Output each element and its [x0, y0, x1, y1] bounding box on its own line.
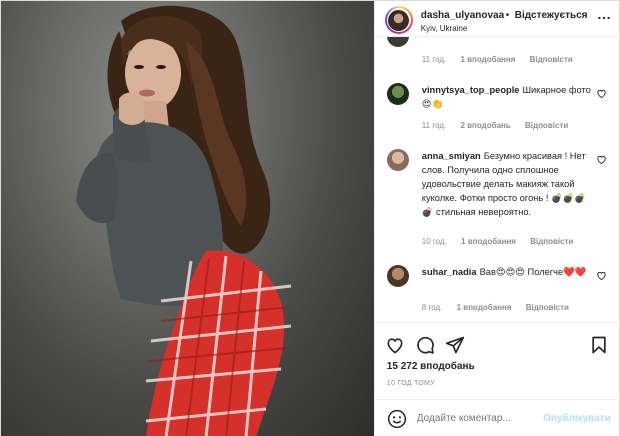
post-image: [76, 5, 292, 436]
avatar-image: [388, 9, 410, 31]
comment-item: 11 год. 1 вподобання Відповісти: [375, 37, 620, 67]
heart-icon[interactable]: [596, 154, 607, 165]
post-header: dasha_ulyanovaa • Відстежується Kyiv, Uk…: [374, 1, 620, 37]
following-button[interactable]: Відстежується: [515, 10, 588, 21]
comment-item: anna_smiyan Безумно красивая ! Нет слов. …: [375, 147, 620, 255]
heart-icon[interactable]: [596, 270, 607, 281]
comment-username[interactable]: suhar_nadia: [422, 267, 477, 277]
post-photo[interactable]: [1, 1, 374, 436]
comment-input[interactable]: [416, 413, 537, 424]
comment-item: suhar_nadia Вав😍😍😍 Полегче❤️❤️ 8 год. 1 в…: [375, 263, 620, 319]
comment-body: anna_smiyan Безумно красивая ! Нет слов. …: [422, 149, 594, 219]
comment-likes[interactable]: 1 вподобання: [461, 237, 516, 246]
comment-meta: 11 год. 1 вподобання Відповісти: [422, 55, 585, 64]
publish-button[interactable]: Опублікувати: [543, 413, 611, 424]
add-comment-bar: Опублікувати: [374, 399, 620, 436]
share-icon[interactable]: [445, 335, 465, 355]
comment-avatar[interactable]: [386, 265, 409, 287]
likes-count[interactable]: 15 272 вподобань: [387, 361, 475, 372]
post-timestamp[interactable]: 10 ГОД ТОМУ: [387, 380, 435, 387]
post-location[interactable]: Kyiv, Ukraine: [421, 24, 468, 33]
comment-reply[interactable]: Відповісти: [530, 55, 573, 64]
comment-reply[interactable]: Відповісти: [526, 303, 569, 312]
more-horizontal-icon[interactable]: [597, 11, 611, 25]
heart-icon[interactable]: [385, 335, 405, 355]
instagram-post: dasha_ulyanovaa • Відстежується Kyiv, Uk…: [0, 0, 620, 436]
comment-username[interactable]: anna_smiyan: [422, 151, 481, 161]
heart-icon[interactable]: [596, 88, 607, 99]
comment-item: vinnytsya_top_people Шикарное фото 😍👏 11 …: [375, 81, 620, 131]
comment-age: 11 год.: [421, 121, 447, 130]
comment-meta: 10 год. 1 вподобання Відповісти: [422, 237, 586, 246]
comment-body: suhar_nadia Вав😍😍😍 Полегче❤️❤️: [422, 265, 594, 279]
comment-age: 8 год.: [421, 303, 443, 312]
author-username[interactable]: dasha_ulyanovaa: [421, 10, 504, 21]
comment-likes[interactable]: 2 вподобань: [460, 121, 510, 130]
bookmark-icon[interactable]: [589, 335, 609, 355]
comments-list[interactable]: 11 год. 1 вподобання Відповісти vinnytsy…: [375, 37, 620, 322]
emoji-icon[interactable]: [387, 409, 407, 429]
comment-text: Вав😍😍😍 Полегче❤️❤️: [479, 267, 587, 277]
comment-avatar[interactable]: [386, 37, 409, 47]
post-side-panel: dasha_ulyanovaa • Відстежується Kyiv, Uk…: [373, 1, 620, 436]
comment-avatar[interactable]: [386, 83, 409, 105]
comment-likes[interactable]: 1 вподобання: [457, 303, 512, 312]
post-actions: 15 272 вподобань 10 ГОД ТОМУ Опублікуват…: [374, 322, 620, 436]
author-avatar[interactable]: [384, 6, 413, 34]
comment-reply[interactable]: Відповісти: [530, 237, 573, 246]
comment-meta: 8 год. 1 вподобання Відповісти: [422, 303, 581, 312]
comment-reply[interactable]: Відповісти: [525, 121, 568, 130]
avatar-ring-inner: [386, 8, 411, 32]
comment-age: 10 год.: [421, 237, 447, 246]
comment-username[interactable]: vinnytsya_top_people: [422, 85, 520, 95]
comment-age: 11 год.: [421, 55, 447, 64]
comment-likes[interactable]: 1 вподобання: [460, 55, 515, 64]
comment-avatar[interactable]: [386, 149, 409, 171]
comment-body: vinnytsya_top_people Шикарное фото 😍👏: [422, 83, 594, 111]
header-separator: •: [505, 10, 510, 21]
comment-icon[interactable]: [415, 335, 435, 355]
comment-meta: 11 год. 2 вподобань Відповісти: [422, 121, 580, 130]
